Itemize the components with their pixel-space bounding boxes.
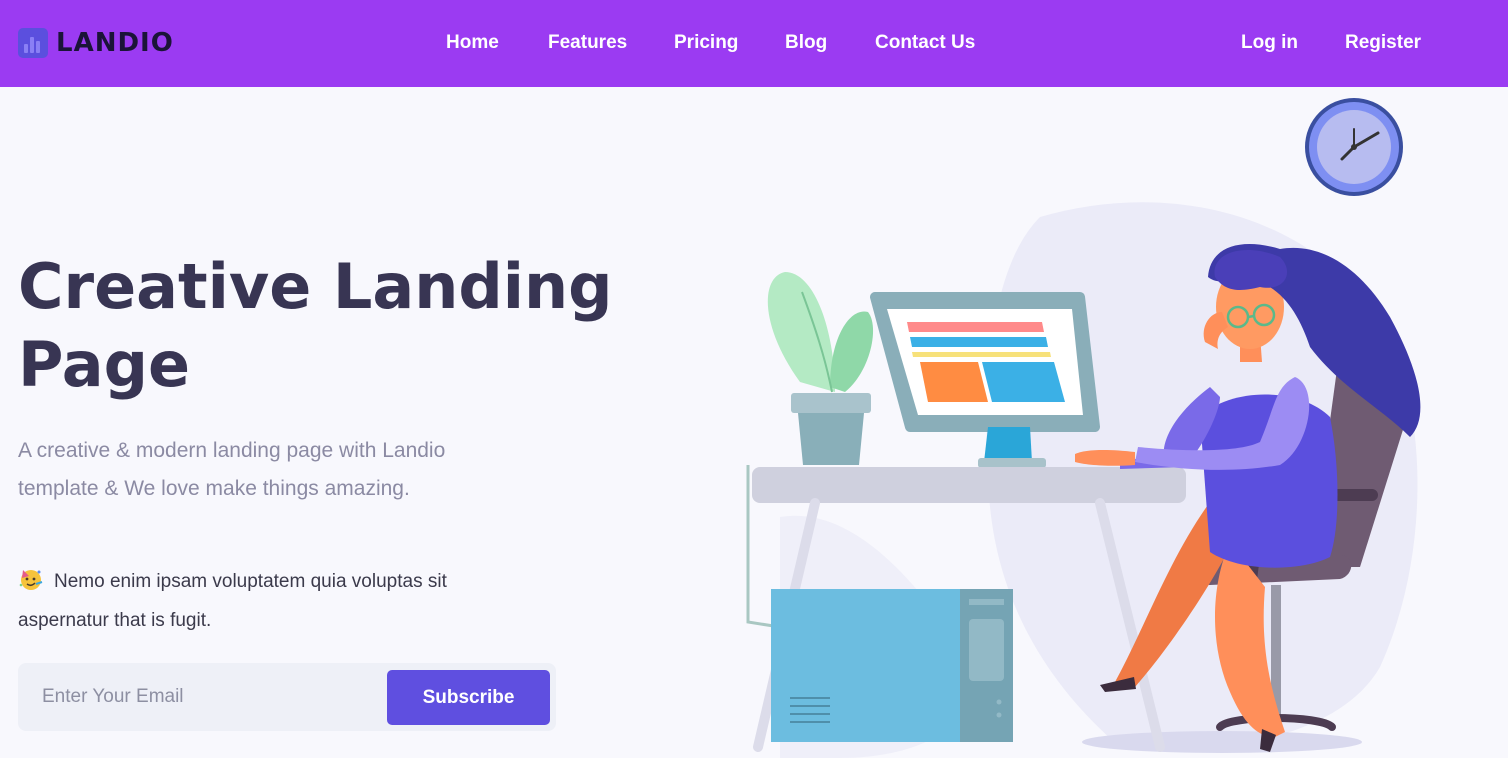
hero-title: Creative Landing Page (18, 248, 618, 404)
subscribe-form: Subscribe (18, 663, 556, 731)
hero-note-text: Nemo enim ipsam voluptatem quia voluptas… (18, 571, 447, 631)
hero-subtitle: A creative & modern landing page with La… (18, 439, 446, 500)
hero-illustration (746, 98, 1421, 758)
computer-tower-icon (771, 589, 1013, 742)
bar-chart-logo-icon (18, 28, 48, 58)
party-face-emoji-icon (19, 570, 43, 590)
brand-logo[interactable]: LANDIO (18, 26, 174, 60)
potted-plant-icon (767, 272, 874, 465)
nav-pricing-link[interactable]: Pricing (674, 32, 738, 54)
nav-features-link[interactable]: Features (548, 32, 627, 54)
email-input[interactable] (18, 663, 386, 731)
login-link[interactable]: Log in (1241, 32, 1298, 54)
register-link[interactable]: Register (1345, 32, 1421, 54)
top-navbar: LANDIO Home Features Pricing Blog Contac… (0, 0, 1508, 87)
wall-clock-icon (1305, 98, 1403, 196)
nav-contact-link[interactable]: Contact Us (875, 32, 975, 54)
hero-title-line-2: Page (18, 328, 191, 401)
hero-note: Nemo enim ipsam voluptatem quia voluptas… (18, 562, 538, 640)
brand-name: LANDIO (56, 28, 174, 58)
subscribe-button[interactable]: Subscribe (387, 670, 550, 725)
nav-home-link[interactable]: Home (446, 32, 499, 54)
hero-title-line-1: Creative Landing (18, 250, 613, 323)
floor-shadow (1082, 731, 1362, 753)
nav-blog-link[interactable]: Blog (785, 32, 827, 54)
